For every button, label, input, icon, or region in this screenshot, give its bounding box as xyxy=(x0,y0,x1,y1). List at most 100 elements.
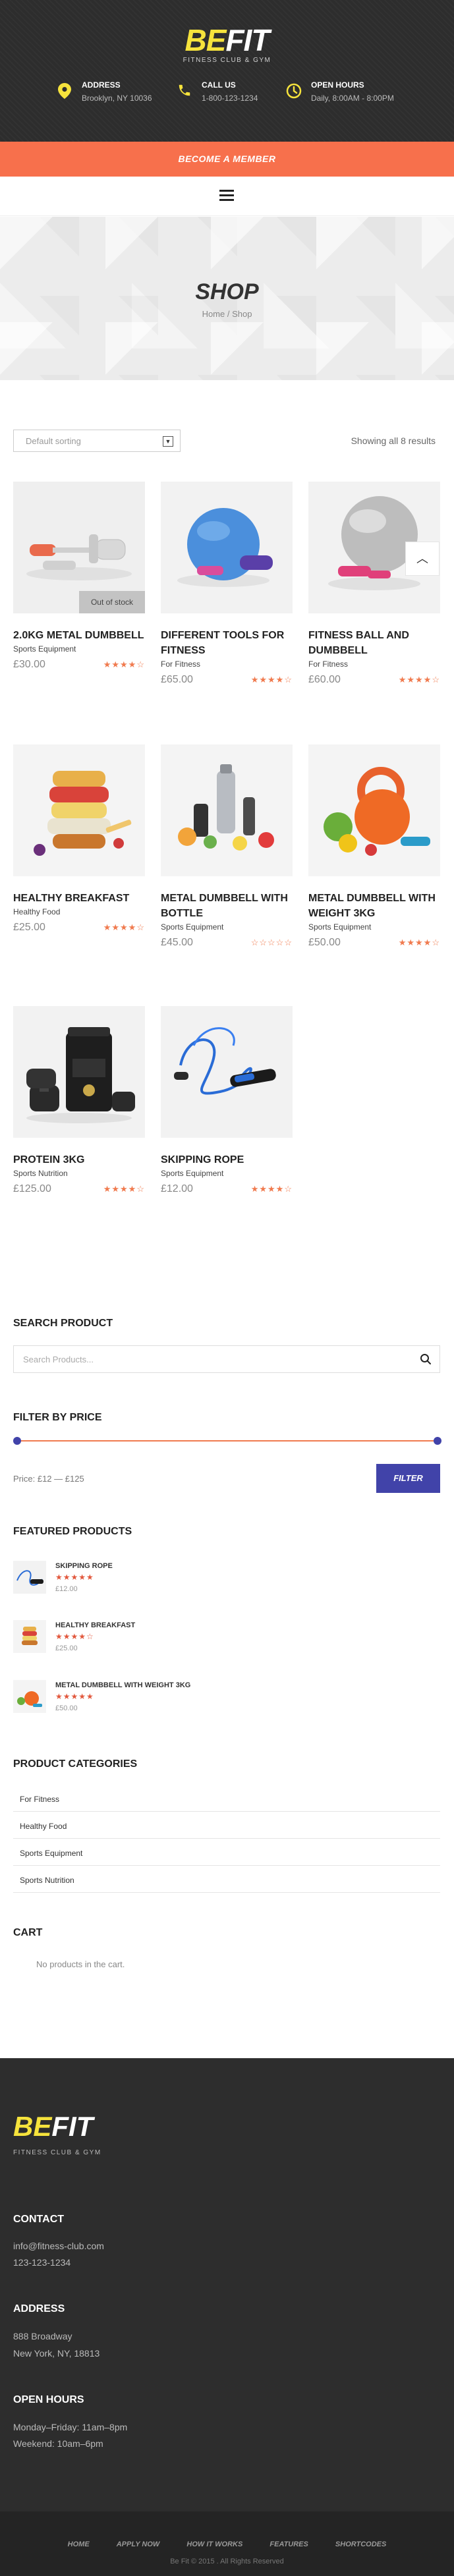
scroll-to-top-button[interactable]: ︿ xyxy=(405,542,440,576)
price-slider-track[interactable] xyxy=(18,1440,436,1442)
product-image-fitness-tools[interactable] xyxy=(161,482,293,613)
footer-link-how-it-works[interactable]: HOW IT WORKS xyxy=(186,2540,242,2548)
search-icon[interactable] xyxy=(420,1353,432,1365)
product-category[interactable]: Sports Equipment xyxy=(161,922,293,932)
product-category[interactable]: Healthy Food xyxy=(13,907,145,916)
product-price: £60.00 xyxy=(308,674,341,685)
footer-address-line1: 888 Broadway xyxy=(13,2331,72,2341)
product-title[interactable]: DIFFERENT TOOLS FOR FITNESS xyxy=(161,628,293,658)
become-member-button[interactable]: BECOME A MEMBER xyxy=(0,142,454,177)
featured-thumb-kettlebell[interactable] xyxy=(13,1680,46,1713)
category-link[interactable]: Sports Nutrition xyxy=(13,1866,440,1893)
featured-name[interactable]: SKIPPING ROPE xyxy=(55,1562,113,1570)
nav-bar xyxy=(0,177,454,216)
price-slider-min-handle[interactable] xyxy=(13,1437,21,1445)
featured-item[interactable]: METAL DUMBBELL WITH WEIGHT 3KG ★★★★★ £50… xyxy=(13,1677,435,1716)
product-title[interactable]: METAL DUMBBELL WITH BOTTLE xyxy=(161,891,293,921)
product-card[interactable]: DIFFERENT TOOLS FOR FITNESS For Fitness … xyxy=(161,482,293,687)
sort-select-value: Default sorting xyxy=(26,436,81,446)
star-rating: ★★★★☆ xyxy=(250,1184,293,1194)
site-logo[interactable]: BEFIT FITNESS CLUB & GYM xyxy=(0,25,454,64)
footer-link-home[interactable]: HOME xyxy=(68,2540,90,2548)
menu-icon[interactable] xyxy=(219,190,234,202)
footer-link-features[interactable]: FEATURES xyxy=(270,2540,308,2548)
footer-contact-email[interactable]: info@fitness-club.com xyxy=(13,2241,104,2251)
product-card[interactable]: METAL DUMBBELL WITH WEIGHT 3KG Sports Eq… xyxy=(308,744,440,950)
featured-name[interactable]: HEALTHY BREAKFAST xyxy=(55,1621,135,1629)
featured-item[interactable]: HEALTHY BREAKFAST ★★★★☆ £25.00 xyxy=(13,1617,435,1656)
footer: BEFIT FITNESS CLUB & GYM CONTACT info@fi… xyxy=(0,2058,454,2511)
product-card[interactable]: PROTEIN 3KG Sports Nutrition £125.00 ★★★… xyxy=(13,1006,145,1196)
product-title[interactable]: PROTEIN 3KG xyxy=(13,1152,145,1167)
footer-logo[interactable]: BEFIT xyxy=(13,2112,93,2141)
product-image-dumbbell-bottle[interactable] xyxy=(161,744,293,876)
search-input[interactable] xyxy=(14,1346,409,1372)
star-rating: ★★★★★ xyxy=(55,1692,94,1701)
address-value: Brooklyn, NY 10036 xyxy=(82,94,152,103)
product-title[interactable]: 2.0KG METAL DUMBBELL xyxy=(13,628,145,643)
footer-logo-be: BE xyxy=(13,2111,52,2142)
star-rating: ★★★★☆ xyxy=(55,1632,94,1641)
star-rating: ★★★★☆ xyxy=(398,938,440,947)
featured-thumb-rope[interactable] xyxy=(13,1561,46,1594)
filter-button[interactable]: FILTER xyxy=(376,1464,440,1493)
star-rating: ☆☆☆☆☆ xyxy=(250,938,293,947)
footer-link-shortcodes[interactable]: SHORTCODES xyxy=(335,2540,386,2548)
footer-link-apply[interactable]: APPLY NOW xyxy=(117,2540,160,2548)
product-price: £30.00 xyxy=(13,659,45,670)
hours-value: Daily, 8:00AM - 8:00PM xyxy=(311,94,394,103)
call-value[interactable]: 1-800-123-1234 xyxy=(202,94,258,103)
product-price: £125.00 xyxy=(13,1183,51,1194)
product-price: £50.00 xyxy=(308,937,341,948)
product-title[interactable]: HEALTHY BREAKFAST xyxy=(13,891,145,906)
star-rating: ★★★★☆ xyxy=(103,659,145,669)
category-link[interactable]: Sports Equipment xyxy=(13,1839,440,1866)
search-widget-title: SEARCH PRODUCT xyxy=(13,1318,113,1329)
product-image-dumbbell[interactable]: Out of stock xyxy=(13,482,145,613)
chevron-up-icon: ︿ xyxy=(416,552,428,565)
product-card[interactable]: Out of stock 2.0KG METAL DUMBBELL Sports… xyxy=(13,482,145,672)
product-image-kettlebell[interactable] xyxy=(308,744,440,876)
product-category[interactable]: Sports Equipment xyxy=(308,922,440,932)
map-pin-icon xyxy=(55,83,74,101)
product-category[interactable]: Sports Nutrition xyxy=(13,1169,145,1178)
hours-label: OPEN HOURS xyxy=(311,80,364,90)
product-category[interactable]: Sports Equipment xyxy=(13,644,145,654)
product-image-skipping-rope[interactable] xyxy=(161,1006,293,1138)
product-title[interactable]: FITNESS BALL AND DUMBBELL xyxy=(308,628,440,658)
featured-price: £12.00 xyxy=(55,1585,78,1593)
product-card[interactable]: METAL DUMBBELL WITH BOTTLE Sports Equipm… xyxy=(161,744,293,950)
product-title[interactable]: METAL DUMBBELL WITH WEIGHT 3KG xyxy=(308,891,440,921)
featured-price: £25.00 xyxy=(55,1644,78,1652)
product-category[interactable]: For Fitness xyxy=(308,659,440,669)
footer-address-title: ADDRESS xyxy=(13,2303,65,2314)
price-slider-max-handle[interactable] xyxy=(434,1437,441,1445)
featured-widget-title: FEATURED PRODUCTS xyxy=(13,1526,132,1537)
product-title[interactable]: SKIPPING ROPE xyxy=(161,1152,293,1167)
featured-price: £50.00 xyxy=(55,1704,78,1712)
category-label: For Fitness xyxy=(20,1795,60,1804)
category-link[interactable]: Healthy Food xyxy=(13,1812,440,1839)
product-image-protein[interactable] xyxy=(13,1006,145,1138)
product-image-breakfast[interactable] xyxy=(13,744,145,876)
category-label: Sports Nutrition xyxy=(20,1876,74,1885)
product-category[interactable]: For Fitness xyxy=(161,659,293,669)
categories-widget-title: PRODUCT CATEGORIES xyxy=(13,1758,138,1770)
featured-item[interactable]: SKIPPING ROPE ★★★★★ £12.00 xyxy=(13,1558,435,1596)
star-rating: ★★★★★ xyxy=(55,1573,94,1582)
featured-thumb-breakfast[interactable] xyxy=(13,1620,46,1653)
copyright: Be Fit © 2015 . All Rights Reserved xyxy=(170,2558,284,2565)
star-rating: ★★★★☆ xyxy=(103,1184,145,1194)
product-card[interactable]: FITNESS BALL AND DUMBBELL For Fitness £6… xyxy=(308,482,440,687)
category-link[interactable]: For Fitness xyxy=(13,1785,440,1812)
search-box xyxy=(13,1345,440,1373)
breadcrumb[interactable]: Home / Shop xyxy=(0,309,454,319)
call-label: CALL US xyxy=(202,80,236,90)
footer-hours-line2: Weekend: 10am–6pm xyxy=(13,2438,103,2449)
featured-name[interactable]: METAL DUMBBELL WITH WEIGHT 3KG xyxy=(55,1681,190,1689)
product-card[interactable]: SKIPPING ROPE Sports Equipment £12.00 ★★… xyxy=(161,1006,293,1196)
bottom-bar: HOME APPLY NOW HOW IT WORKS FEATURES SHO… xyxy=(0,2511,454,2576)
product-card[interactable]: HEALTHY BREAKFAST Healthy Food £25.00 ★★… xyxy=(13,744,145,935)
sort-select[interactable]: Default sorting ▼ xyxy=(13,430,181,452)
product-category[interactable]: Sports Equipment xyxy=(161,1169,293,1178)
